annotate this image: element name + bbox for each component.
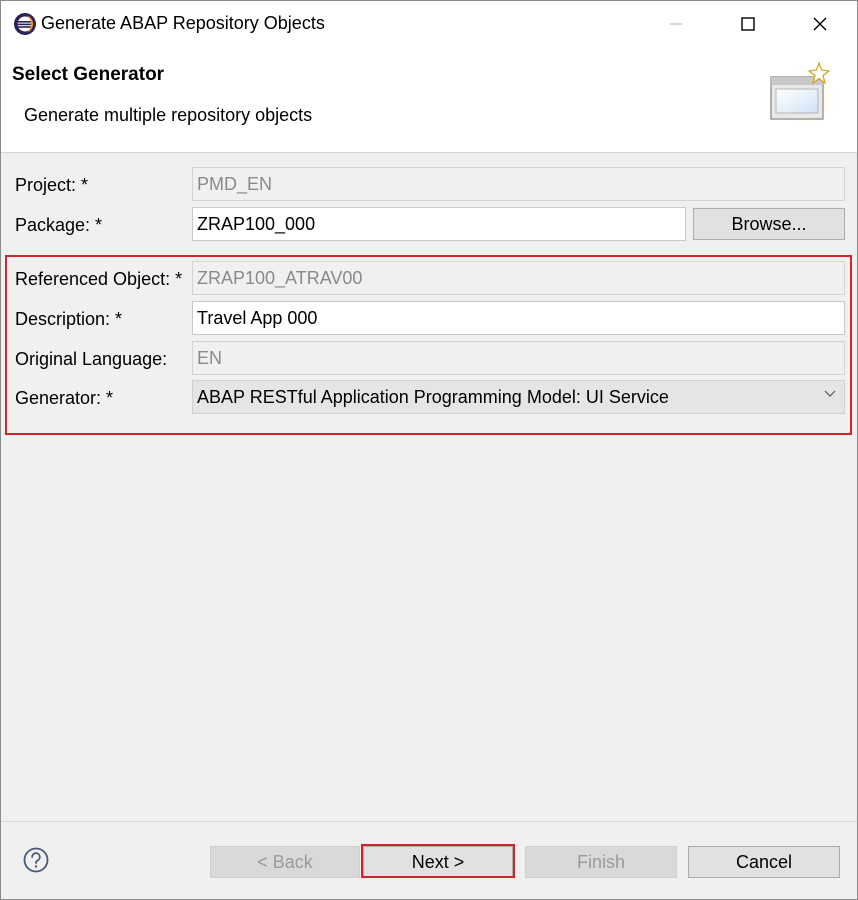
page-title: Select Generator xyxy=(12,64,165,85)
eclipse-icon xyxy=(14,13,36,35)
package-input[interactable]: ZRAP100_000 xyxy=(192,207,686,241)
wizard-header: Select Generator Generate multiple repos… xyxy=(1,47,857,153)
generator-selected-value: ABAP RESTful Application Programming Mod… xyxy=(197,386,669,407)
description-input[interactable]: Travel App 000 xyxy=(192,301,845,335)
close-icon xyxy=(813,17,827,31)
minimize-icon xyxy=(670,23,682,25)
maximize-button[interactable] xyxy=(713,1,783,47)
footer-separator xyxy=(1,821,857,822)
original-language-label: Original Language: xyxy=(15,349,168,369)
next-highlight xyxy=(361,844,515,878)
chevron-down-icon xyxy=(824,390,836,397)
project-label: Project: * xyxy=(15,175,89,195)
dialog-window: Generate ABAP Repository Objects Select … xyxy=(0,0,858,900)
referenced-object-field: ZRAP100_ATRAV00 xyxy=(192,261,845,295)
maximize-icon xyxy=(741,17,755,31)
browse-button[interactable]: Browse... xyxy=(693,208,845,240)
project-field: PMD_EN xyxy=(192,167,845,201)
finish-button[interactable]: Finish xyxy=(525,846,677,878)
original-language-field: EN xyxy=(192,341,845,375)
page-description: Generate multiple repository objects xyxy=(24,105,313,125)
minimize-button[interactable] xyxy=(641,1,711,47)
question-circle-icon[interactable] xyxy=(23,847,49,873)
generator-label: Generator: * xyxy=(15,388,114,408)
back-button[interactable]: < Back xyxy=(210,846,360,878)
title-bar: Generate ABAP Repository Objects xyxy=(1,1,857,47)
package-label: Package: * xyxy=(15,215,103,235)
window-title: Generate ABAP Repository Objects xyxy=(41,13,325,33)
close-button[interactable] xyxy=(785,1,855,47)
cancel-button[interactable]: Cancel xyxy=(688,846,840,878)
referenced-object-label: Referenced Object: * xyxy=(15,269,183,289)
wizard-window-sparkle-icon xyxy=(770,61,833,125)
description-label: Description: * xyxy=(15,309,123,329)
generator-select[interactable]: ABAP RESTful Application Programming Mod… xyxy=(192,380,845,414)
